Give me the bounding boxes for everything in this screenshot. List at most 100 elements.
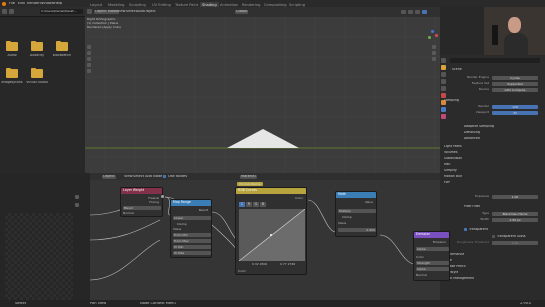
modifier-tab-icon[interactable] (441, 107, 446, 112)
sampling-section[interactable]: Sampling (444, 99, 459, 102)
y-axis-icon[interactable] (428, 36, 431, 39)
menu-file[interactable]: File (9, 2, 15, 6)
feature-set-dropdown[interactable]: Supported (492, 82, 538, 86)
folder-icon[interactable] (56, 40, 68, 51)
menu-select[interactable]: Select (126, 10, 137, 14)
motion-blur-section[interactable]: Motion Blur (444, 175, 462, 178)
properties-search[interactable] (450, 58, 540, 63)
move-tool-icon[interactable] (87, 57, 91, 61)
render-engine-dropdown[interactable]: Cycles (492, 76, 538, 80)
denoising-section[interactable]: Denoising (464, 131, 480, 134)
overlay-icon[interactable] (401, 9, 406, 14)
menu-window[interactable]: Window (40, 2, 54, 6)
channel-g[interactable]: G (253, 202, 259, 207)
node-emission[interactable]: Emission Emission Alpha Color Strength A… (413, 231, 450, 281)
menu-select[interactable]: Select (133, 175, 144, 179)
volumes-section[interactable]: Volumes (444, 151, 458, 154)
folder-icon[interactable] (31, 67, 43, 78)
navigation-gizmo[interactable] (428, 30, 438, 40)
node-editor[interactable]: Layer Weight Fresnel Facing Blend Normal… (90, 180, 450, 307)
zoom-icon[interactable] (432, 45, 436, 49)
render-tab-icon[interactable] (441, 65, 446, 70)
advanced-section[interactable]: Advanced (464, 137, 480, 140)
scene-tab-icon[interactable] (441, 86, 446, 91)
folder-icon[interactable] (31, 40, 43, 51)
from-min-field[interactable]: From Min (173, 233, 211, 237)
curve-widget[interactable] (239, 209, 305, 261)
menu-help[interactable]: Help (54, 2, 62, 6)
menu-edit[interactable]: Edit (18, 2, 25, 6)
transparent-glass-checkbox[interactable] (492, 235, 495, 238)
to-max-field[interactable]: To Max (173, 251, 211, 255)
channel-b[interactable]: B (260, 202, 266, 207)
viewport-samples-field[interactable]: 32 (492, 111, 538, 115)
world-tab-icon[interactable] (441, 93, 446, 98)
view-layer-tab-icon[interactable] (441, 79, 446, 84)
to-min-field[interactable]: To Min (173, 245, 211, 249)
object-tab-icon[interactable] (441, 100, 446, 105)
channel-c[interactable]: C (239, 202, 245, 207)
menu-view[interactable]: View (117, 10, 126, 14)
render-samples-field[interactable]: 128 (492, 105, 538, 109)
object-dropdown[interactable]: Object (102, 174, 116, 180)
node-rgb-curves[interactable]: RGB Curves Color C R G B 0.32 2800 0.77 … (235, 187, 307, 275)
type-dropdown[interactable]: Linear (173, 216, 211, 220)
mode-dropdown[interactable]: Object Mode (94, 9, 119, 15)
menu-object[interactable]: Object (144, 10, 156, 14)
clamp-checkbox[interactable]: Clamp (177, 223, 187, 226)
rendered-shading-icon[interactable] (422, 9, 427, 14)
clamp-checkbox[interactable]: Clamp (342, 216, 352, 219)
blend-field[interactable]: Blend (123, 206, 161, 210)
light-paths-section[interactable]: Light Paths (444, 145, 462, 148)
editor-type-icon[interactable] (87, 9, 92, 14)
folder-icon[interactable] (6, 67, 18, 78)
value-field[interactable]: 0.950 (338, 228, 376, 232)
menu-node[interactable]: Node (153, 175, 162, 179)
output-tab-icon[interactable] (441, 72, 446, 77)
film-section[interactable]: Film (444, 181, 450, 184)
pixel-filter-section[interactable]: Pixel Filter (464, 205, 480, 208)
node-map-range[interactable]: Map Range Result Linear Clamp Value From… (170, 199, 212, 258)
subdivision-section[interactable]: Subdivision (444, 157, 462, 160)
operation-dropdown[interactable]: Multiply (338, 209, 376, 213)
simplify-section[interactable]: Simplify (444, 169, 457, 172)
filter-type-dropdown[interactable]: Blackman-Harris (492, 212, 538, 216)
cursor-tool-icon[interactable] (87, 51, 91, 55)
menu-view[interactable]: View (124, 175, 133, 179)
camera-view-icon[interactable] (432, 57, 436, 61)
solid-shading-icon[interactable] (415, 9, 420, 14)
x-axis-icon[interactable] (435, 34, 438, 37)
blender-logo-icon[interactable] (2, 1, 6, 6)
channel-r[interactable]: R (246, 202, 252, 207)
menu-render[interactable]: Render (27, 2, 40, 6)
viewport-3d[interactable] (85, 7, 440, 173)
adaptive-sampling-section[interactable]: Adaptive Sampling (464, 125, 494, 128)
pan-icon[interactable] (75, 203, 79, 207)
alpha-field[interactable]: Alpha (416, 267, 449, 271)
node-layer-weight[interactable]: Layer Weight Fresnel Facing Blend Normal (120, 187, 163, 217)
mode-dropdown[interactable]: Alpha (416, 247, 449, 251)
zoom-icon[interactable] (75, 195, 79, 199)
exposure-field[interactable]: 1.00 (492, 195, 538, 199)
node-math[interactable]: Math Value Multiply Clamp Value 0.950 (335, 191, 377, 237)
image-canvas[interactable] (5, 213, 73, 303)
filter-width-field[interactable]: 1.50 px (492, 218, 538, 222)
folder-icon[interactable] (6, 40, 18, 51)
rotate-tool-icon[interactable] (87, 63, 91, 67)
select-tool-icon[interactable] (87, 45, 91, 49)
scale-tool-icon[interactable] (87, 69, 91, 73)
strength-field[interactable]: Strength (416, 261, 449, 265)
menu-add[interactable]: Add (137, 10, 144, 14)
socket-fresnel[interactable] (161, 195, 164, 198)
tool-tab-icon[interactable] (441, 58, 446, 63)
z-axis-icon[interactable] (431, 30, 434, 33)
hair-section[interactable]: Hair (444, 163, 451, 166)
roughness-threshold-field[interactable]: 0.10 (492, 241, 538, 245)
pan-icon[interactable] (432, 51, 436, 55)
material-selector[interactable]: Material (240, 174, 257, 180)
forward-icon[interactable] (9, 9, 14, 14)
menu-add[interactable]: Add (145, 175, 152, 179)
transparent-checkbox[interactable] (464, 228, 467, 231)
back-icon[interactable] (2, 9, 7, 14)
use-nodes-checkbox[interactable] (163, 175, 166, 178)
